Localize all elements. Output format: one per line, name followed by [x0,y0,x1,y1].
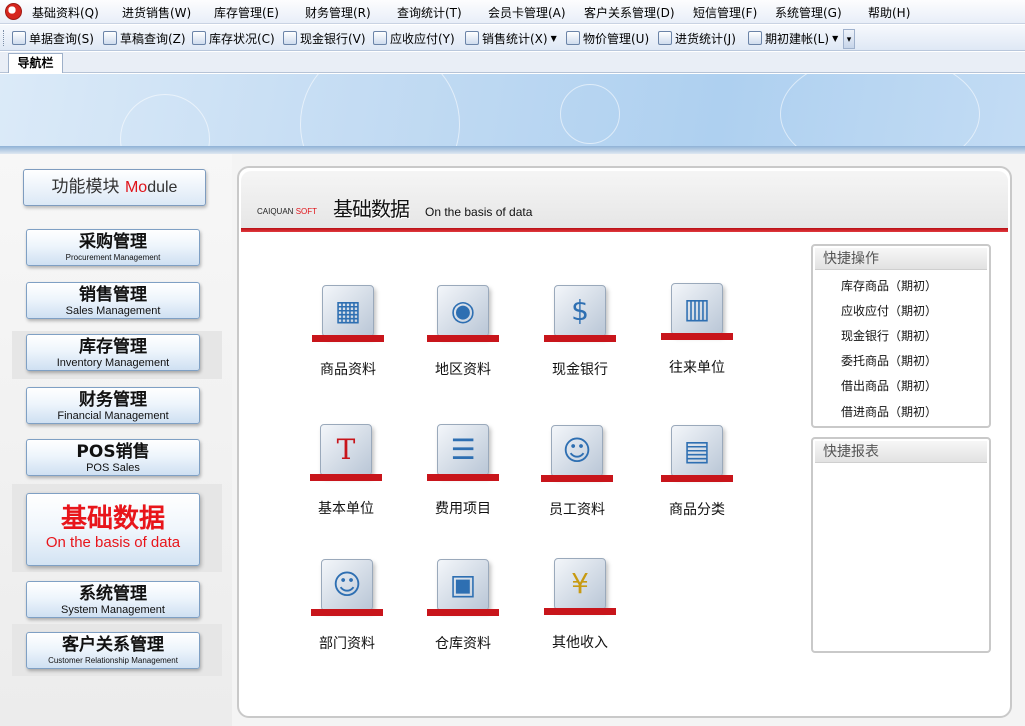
tile-cash-bank[interactable]: $ 现金银行 [525,275,635,379]
letter-t-unit-icon: T [306,414,386,494]
tile-business-partners[interactable]: ▥ 往来单位 [642,273,752,377]
receivable-icon [373,31,387,45]
menu-inventory[interactable]: 库存管理(E) [214,4,279,21]
cash-bank-icon [283,31,297,45]
employee-icon: ☺ [537,415,617,495]
menu-query-stats[interactable]: 查询统计(T) [397,4,462,21]
banner-decoration [300,74,460,146]
menu-crm[interactable]: 客户关系管理(D) [584,4,675,21]
module-inventory-button[interactable]: 库存管理 Inventory Management [26,334,200,371]
banner-decoration [560,84,620,144]
quick-op-link[interactable]: 应收应付（期初） [841,302,937,319]
quick-op-link[interactable]: 委托商品（期初） [841,352,937,369]
opening-account-icon [748,31,762,45]
module-crm-button[interactable]: 客户关系管理 Customer Relationship Management [26,632,200,669]
bank-building-icon: $ [540,275,620,355]
price-icon [566,31,580,45]
tile-department-data[interactable]: ☺ 部门资料 [292,549,402,653]
sales-stats-icon [465,31,479,45]
toolbar-document-query-button[interactable]: 单据查询(S) [12,29,94,47]
purchase-stats-icon [658,31,672,45]
tile-expense-items[interactable]: ☰ 费用项目 [408,414,518,518]
header-divider [241,228,1008,232]
tab-navigation[interactable]: 导航栏 [8,53,63,73]
tile-region-data[interactable]: ◉ 地区资料 [408,275,518,379]
app-logo-icon[interactable] [5,3,22,20]
module-procurement-button[interactable]: 采购管理 Procurement Management [26,229,200,266]
inventory-icon [192,31,206,45]
menu-basic-data[interactable]: 基础资料(Q) [32,4,99,21]
other-income-icon: ¥ [540,548,620,628]
menubar: 基础资料(Q) 进货销售(W) 库存管理(E) 财务管理(R) 查询统计(T) … [0,0,1025,24]
toolbar-cash-bank-button[interactable]: 现金银行(V) [283,29,366,47]
product-cube-icon: ▦ [308,275,388,355]
quick-reports-panel: 快捷报表 [811,437,991,653]
menu-member-card[interactable]: 会员卡管理(A) [488,4,566,21]
toolbar-price-management-button[interactable]: 物价管理(U) [566,29,649,47]
toolbar-receivable-payable-button[interactable]: 应收应付(Y) [373,29,455,47]
tile-product-category[interactable]: ▤ 商品分类 [642,415,752,519]
page-subtitle: On the basis of data [425,205,533,219]
expense-documents-icon: ☰ [423,414,503,494]
category-blocks-icon: ▤ [657,415,737,495]
city-buildings-icon: ▥ [657,273,737,353]
tab-strip: 导航栏 [0,52,1025,73]
globe-region-icon: ◉ [423,275,503,355]
draft-icon [103,31,117,45]
toolbar: 单据查询(S) 草稿查询(Z) 库存状况(C) 现金银行(V) 应收应付(Y) … [0,25,1025,51]
menu-help[interactable]: 帮助(H) [868,4,910,21]
quick-operations-panel: 快捷操作 库存商品（期初） 应收应付（期初） 现金银行（期初） 委托商品（期初）… [811,244,991,428]
tile-product-data[interactable]: ▦ 商品资料 [293,275,403,379]
toolbar-opening-account-button[interactable]: 期初建帐(L) ▼ [748,29,838,47]
module-pos-sales-button[interactable]: POS销售 POS Sales [26,439,200,476]
toolbar-sales-stats-button[interactable]: 销售统计(X) ▼ [465,29,557,47]
menu-system[interactable]: 系统管理(G) [775,4,842,21]
tile-basic-unit[interactable]: T 基本单位 [291,414,401,518]
quick-op-link[interactable]: 现金银行（期初） [841,327,937,344]
quick-op-link[interactable]: 借出商品（期初） [841,377,937,394]
brand-logo: CAIQUAN SOFT [257,207,318,216]
warehouse-icon: ▣ [423,549,503,629]
menu-purchase-sales[interactable]: 进货销售(W) [122,4,191,21]
banner-decoration [120,94,210,146]
toolbar-inventory-status-button[interactable]: 库存状况(C) [192,29,275,47]
toolbar-overflow-button[interactable]: ▾ [843,29,855,49]
tile-other-income[interactable]: ¥ 其他收入 [525,548,635,652]
tile-employee-data[interactable]: ☺ 员工资料 [522,415,632,519]
quick-op-link[interactable]: 借进商品（期初） [841,403,937,420]
quick-operations-title: 快捷操作 [815,248,987,270]
quick-op-link[interactable]: 库存商品（期初） [841,277,937,294]
module-finance-button[interactable]: 财务管理 Financial Management [26,387,200,424]
toolbar-draft-query-button[interactable]: 草稿查询(Z) [103,29,186,47]
department-icon: ☺ [307,549,387,629]
module-sales-button[interactable]: 销售管理 Sales Management [26,282,200,319]
header-banner [0,74,1025,146]
tile-warehouse-data[interactable]: ▣ 仓库资料 [408,549,518,653]
module-header: 功能模块 Module [23,169,206,206]
menu-finance[interactable]: 财务管理(R) [305,4,371,21]
banner-edge [0,146,1025,154]
banner-decoration [780,74,980,146]
toolbar-grip[interactable] [3,30,6,46]
chevron-down-icon: ▼ [550,33,557,43]
quick-reports-title: 快捷报表 [815,441,987,463]
document-search-icon [12,31,26,45]
menu-sms[interactable]: 短信管理(F) [693,4,757,21]
module-basic-data-button[interactable]: 基础数据 On the basis of data [26,493,200,566]
module-system-button[interactable]: 系统管理 System Management [26,581,200,618]
toolbar-purchase-stats-button[interactable]: 进货统计(J) [658,29,736,47]
chevron-down-icon: ▼ [832,33,839,43]
page-title: 基础数据 [333,197,410,221]
